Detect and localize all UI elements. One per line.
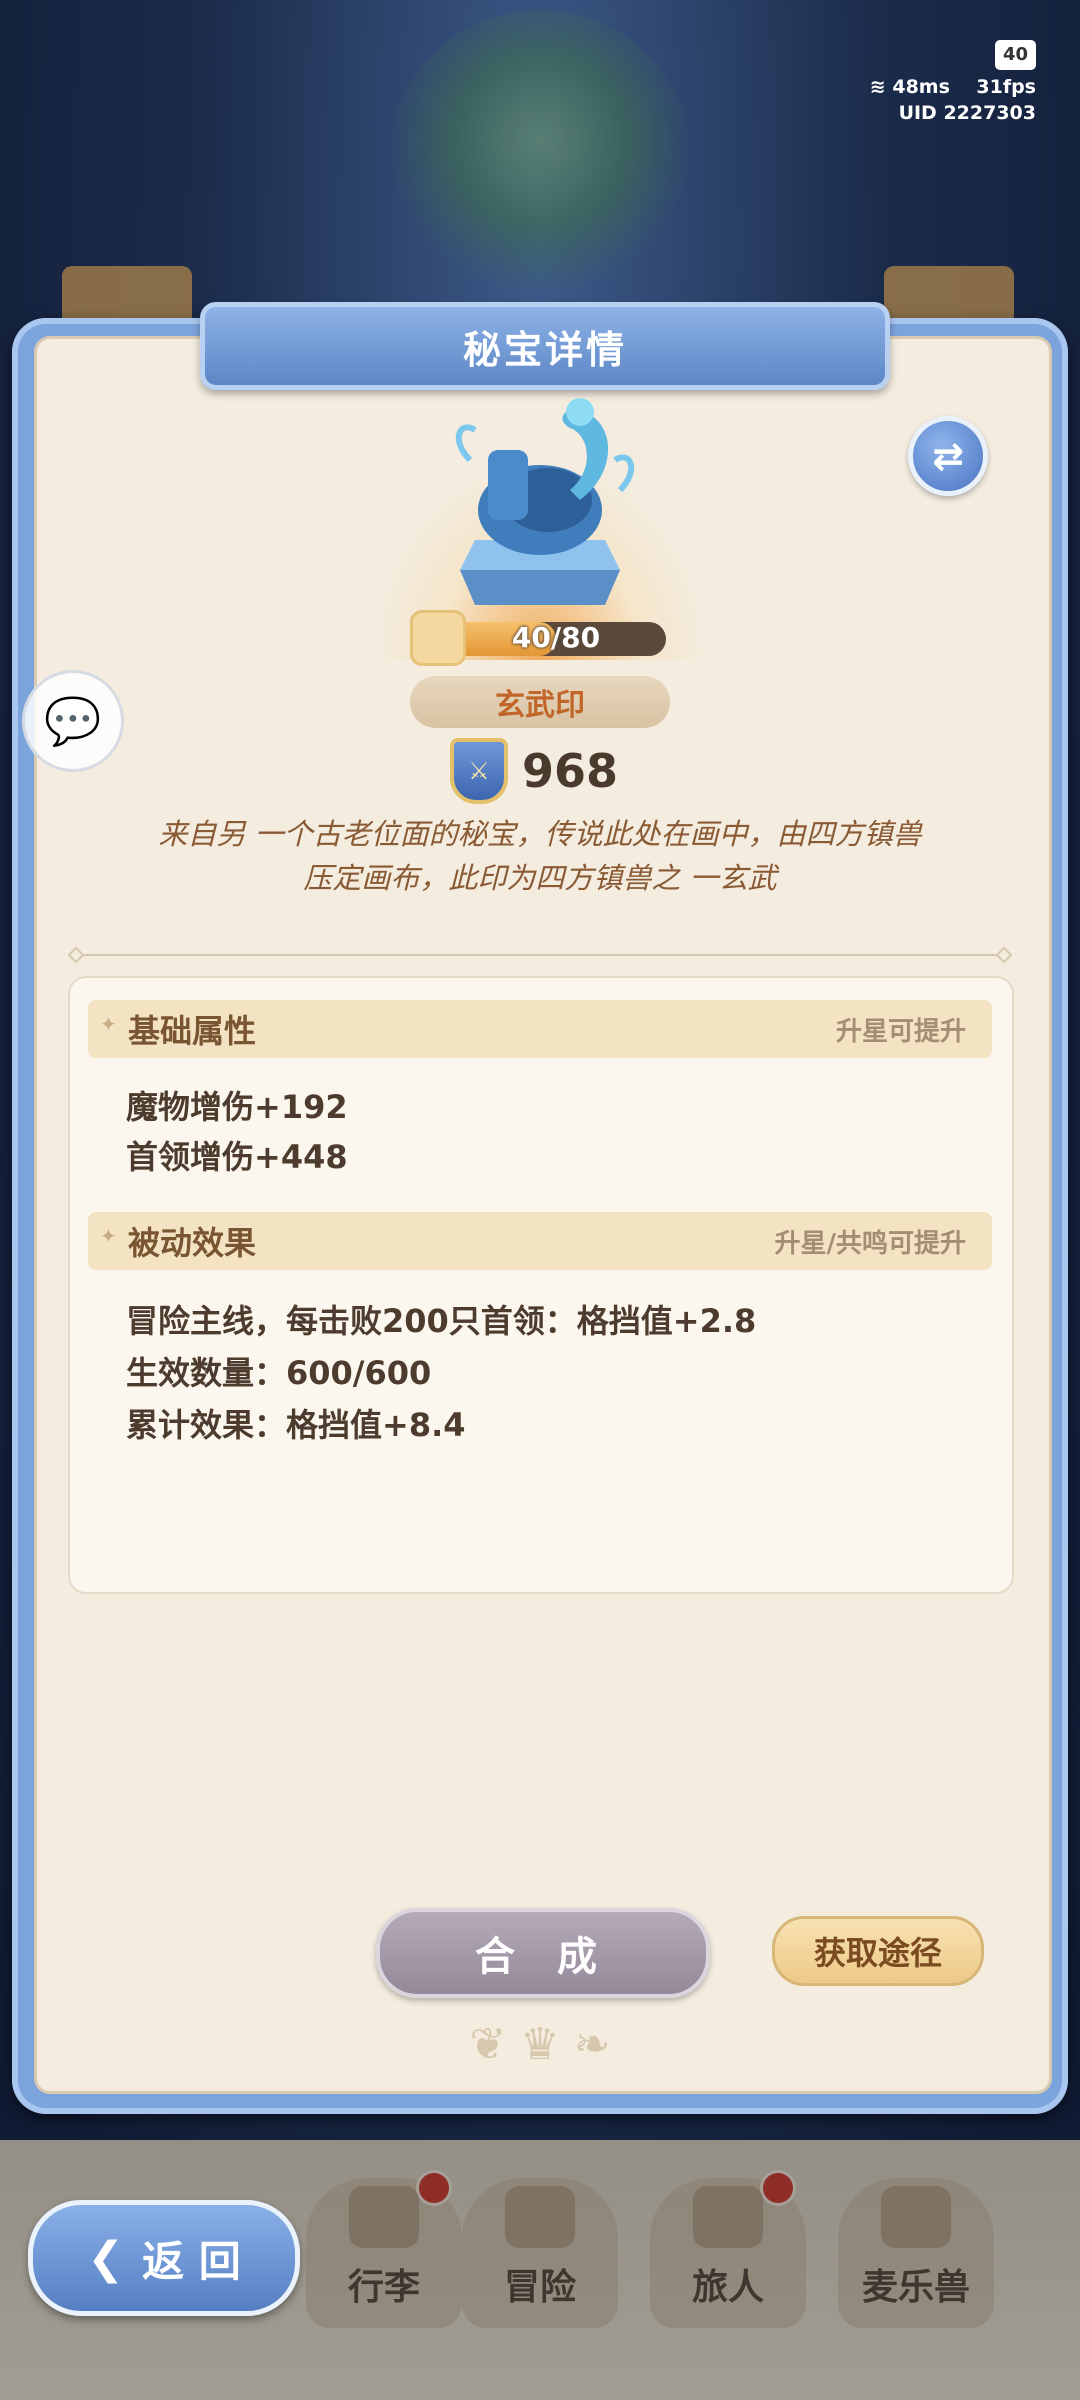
back-button[interactable]: ❮ 返 回 [28,2200,300,2316]
chat-button[interactable]: 💬 [22,670,124,772]
battery-indicator: 40 [994,40,1036,70]
stat-line: 首领增伤+448 [126,1138,348,1176]
description-line: 压定画布，此印为四方镇兽之 一玄武 [303,861,777,895]
description-line: 来自另 一个古老位面的秘宝，传说此处在画中，由四方镇兽 [158,817,922,851]
effect-line: 生效数量：600/600 [126,1354,432,1392]
ornament-icon: ❦ ♛ ❧ [469,2018,611,2070]
chat-icon: 💬 [44,693,102,748]
basic-attributes-header: 基础属性 升星可提升 [88,1000,992,1058]
obtain-source-button[interactable]: 获取途径 [772,1916,984,1986]
section-title: 被动效果 [88,1218,256,1264]
back-label: 返 回 [142,2236,241,2286]
background-character [390,10,690,300]
modal-title: 秘宝详情 [200,302,890,390]
divider [76,954,1004,956]
section-hint: 升星/共鸣可提升 [774,1228,967,1259]
background-tile [884,266,1014,326]
relic-image [455,398,635,605]
relic-description: 来自另 一个古老位面的秘宝，传说此处在画中，由四方镇兽 压定画布，此印为四方镇兽… [110,812,970,900]
power-display: ⚔ 968 [450,738,618,804]
section-title: 基础属性 [88,1006,256,1052]
effect-line: 累计效果：格挡值+8.4 [126,1406,466,1444]
fps-text: 31fps [976,76,1036,98]
passive-effects-header: 被动效果 升星/共鸣可提升 [88,1212,992,1270]
effect-line: 冒险主线，每击败200只首领：格挡值+2.8 [126,1302,757,1340]
ping-text: 48ms [892,76,950,98]
swap-icon: ⇄ [932,434,964,478]
progress-text: 40/80 [511,621,601,654]
attributes-card [68,976,1014,1594]
stat-line: 魔物增伤+192 [126,1088,348,1126]
back-arrow-icon: ❮ [87,2232,125,2284]
shield-icon: ⚔ [450,738,508,804]
status-overlay: 40 ≋ 48ms 31fps UID 2227303 [870,40,1036,126]
section-hint: 升星可提升 [835,1016,966,1047]
background-tile [62,266,192,326]
swap-button[interactable]: ⇄ [908,416,988,496]
compose-button[interactable]: 合 成 [376,1908,710,1998]
uid-text: UID 2227303 [898,102,1036,124]
wifi-icon: ≋ [869,76,886,98]
power-value: 968 [522,744,619,798]
relic-name: 玄武印 [410,676,670,728]
